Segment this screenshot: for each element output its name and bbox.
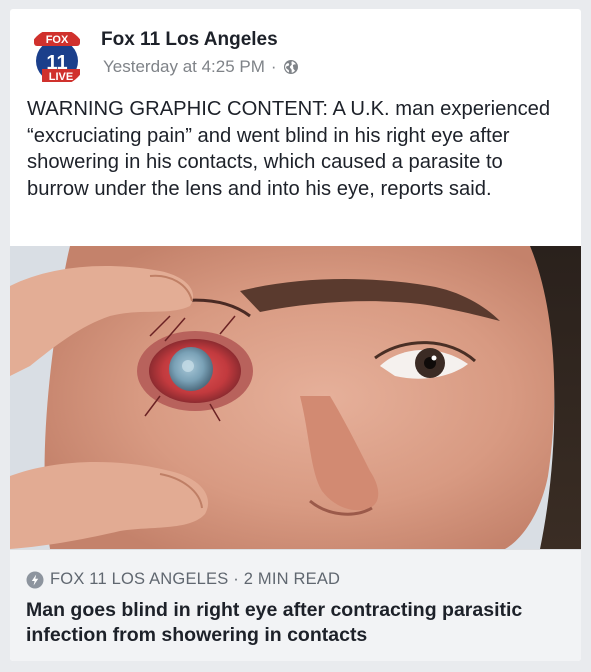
page-name-link[interactable]: Fox 11 Los Angeles [101,29,278,51]
post-timestamp[interactable]: Yesterday at 4:25 PM [103,57,265,77]
meta-separator: · [270,57,277,76]
avatar-live: LIVE [49,71,73,83]
globe-icon[interactable] [283,59,299,75]
avatar-brand: FOX [46,34,69,46]
link-preview[interactable]: FOX 11 LOS ANGELES · 2 MIN READ Man goes… [10,549,581,661]
link-source-text: FOX 11 LOS ANGELES · 2 MIN READ [50,570,341,588]
link-source: FOX 11 LOS ANGELES · 2 MIN READ [26,570,340,589]
page-avatar[interactable]: FOX 11 LA LIVE [28,28,86,86]
post-meta: Yesterday at 4:25 PM · [103,57,299,77]
link-headline[interactable]: Man goes blind in right eye after contra… [26,598,546,648]
avatar-la: LA [35,75,42,81]
post-photo[interactable] [10,246,581,549]
post-card: FOX 11 LA LIVE Fox 11 Los Angeles Yester… [10,9,581,661]
bolt-icon [26,571,44,588]
post-caption: WARNING GRAPHIC CONTENT: A U.K. man expe… [27,98,551,200]
